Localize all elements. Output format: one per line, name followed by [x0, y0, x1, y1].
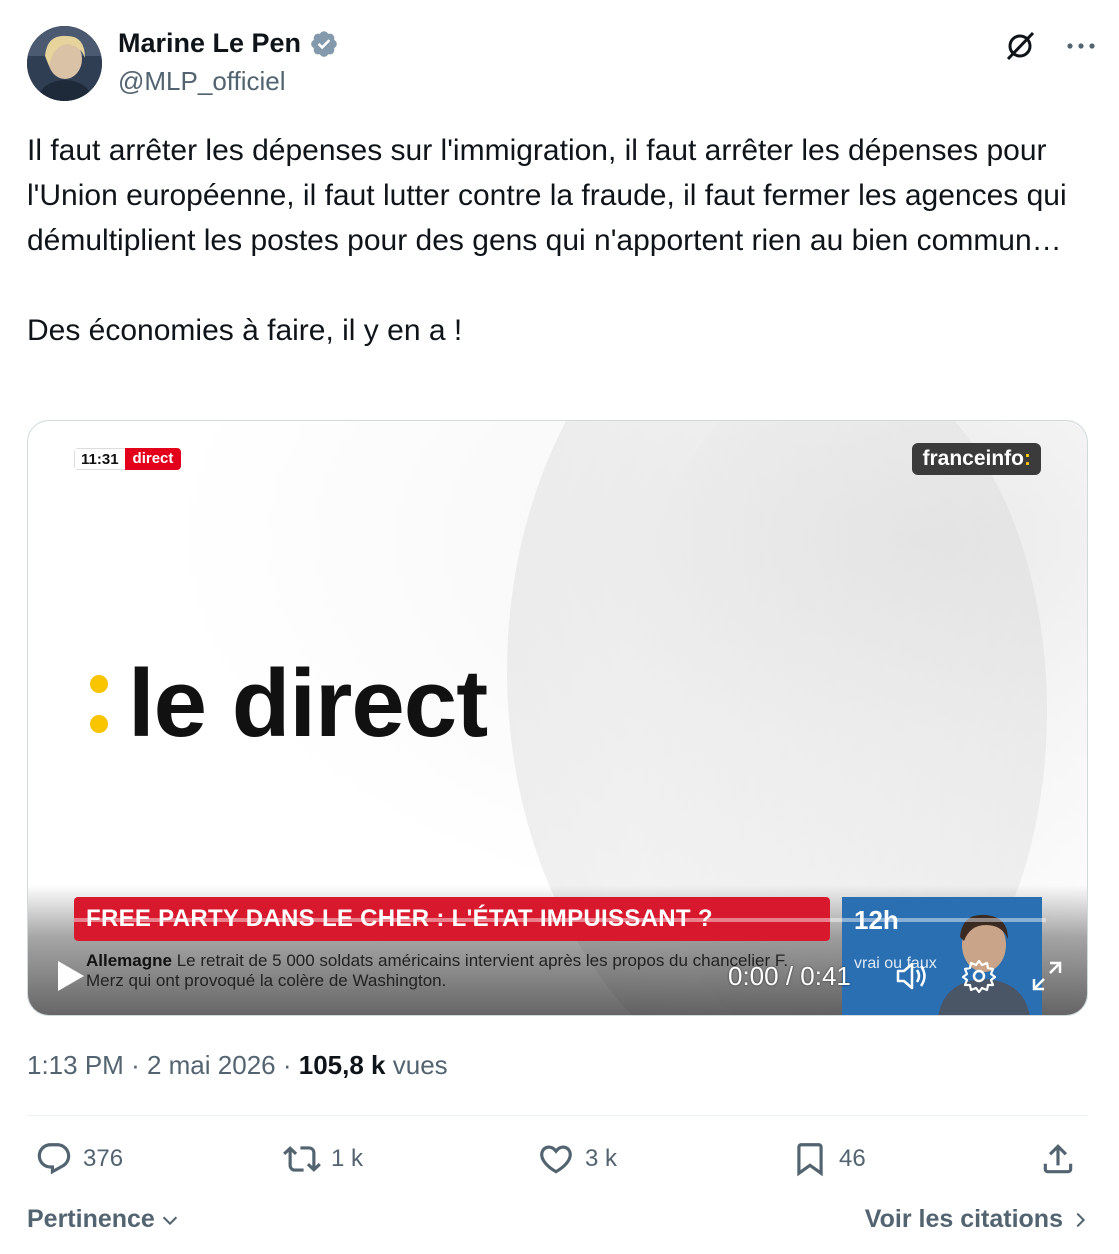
- verified-badge-icon[interactable]: [309, 29, 339, 59]
- volume-icon[interactable]: [892, 957, 930, 995]
- ticker-title: Allemagne: [86, 951, 172, 970]
- share-icon: [1043, 1144, 1073, 1174]
- tweet-text: Il faut arrêter les dépenses sur l'immig…: [27, 128, 1087, 353]
- bookmark-count: 46: [839, 1145, 866, 1172]
- franceinfo-logo: franceinfo:: [912, 443, 1041, 475]
- program-box: 12h vrai ou faux: [842, 897, 1042, 1015]
- author-handle[interactable]: @MLP_officiel: [118, 66, 286, 97]
- video-player[interactable]: 11:31 direct franceinfo: le direct FREE …: [27, 420, 1088, 1016]
- author-name[interactable]: Marine Le Pen: [118, 28, 301, 59]
- live-time: 11:31: [74, 448, 125, 470]
- views-label: vues: [392, 1050, 448, 1080]
- ticker-text: Le retrait de 5 000 soldats américains i…: [86, 951, 789, 990]
- repost-button[interactable]: 1 k: [283, 1140, 363, 1178]
- avatar-photo-icon: [27, 26, 102, 101]
- more-options-icon[interactable]: [1063, 28, 1099, 64]
- video-progress-bar[interactable]: [74, 918, 1046, 922]
- like-count: 3 k: [585, 1145, 618, 1172]
- views-count: 105,8 k: [298, 1050, 386, 1080]
- colon-dots-icon: [90, 675, 108, 733]
- divider: [27, 1115, 1088, 1116]
- heart-icon: [540, 1145, 572, 1174]
- reply-button[interactable]: 376: [35, 1140, 123, 1178]
- quotes-link[interactable]: Voir les citations: [865, 1205, 1089, 1234]
- live-label: direct: [124, 448, 182, 470]
- news-ticker: Allemagne Le retrait de 5 000 soldats am…: [86, 951, 806, 991]
- tweet-meta: 1:13 PM · 2 mai 2026 · 105,8 k vues: [27, 1050, 448, 1080]
- sort-dropdown[interactable]: Pertinence: [27, 1205, 181, 1234]
- fullscreen-icon[interactable]: [1028, 957, 1066, 995]
- video-title: le direct: [90, 649, 488, 759]
- video-timecode: 0:00 / 0:41: [728, 961, 851, 991]
- tweet-paragraph: Des économies à faire, il y en a !: [27, 314, 463, 347]
- sort-label: Pertinence: [27, 1205, 155, 1233]
- play-icon[interactable]: [56, 959, 86, 993]
- bookmark-icon: [797, 1143, 823, 1177]
- bookmark-button[interactable]: 46: [791, 1140, 866, 1178]
- tweet-paragraph: Il faut arrêter les dépenses sur l'immig…: [27, 134, 1067, 257]
- chevron-down-icon: [162, 1216, 177, 1225]
- avatar[interactable]: [27, 26, 102, 101]
- tweet-date[interactable]: 2 mai 2026: [147, 1050, 276, 1080]
- live-tag: 11:31 direct: [74, 448, 182, 470]
- chevron-right-icon: [1076, 1212, 1086, 1227]
- action-bar: 376 1 k 3 k 46: [27, 1140, 1088, 1184]
- grok-icon[interactable]: [1003, 28, 1039, 64]
- like-button[interactable]: 3 k: [537, 1140, 617, 1178]
- share-button[interactable]: [1039, 1140, 1077, 1178]
- settings-gear-icon[interactable]: [960, 957, 998, 995]
- reply-count: 376: [83, 1145, 124, 1172]
- quotes-label: Voir les citations: [864, 1205, 1063, 1233]
- repost-icon: [283, 1146, 321, 1172]
- reply-icon: [37, 1143, 71, 1175]
- repost-count: 1 k: [331, 1145, 364, 1172]
- tweet-time[interactable]: 1:13 PM: [27, 1050, 124, 1080]
